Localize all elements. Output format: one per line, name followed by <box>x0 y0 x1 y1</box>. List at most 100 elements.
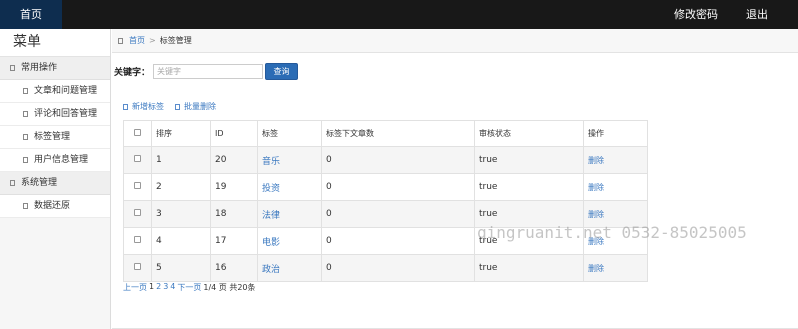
sidebar-item-label: 数据还原 <box>34 200 71 211</box>
table-row: 1 20 音乐 0 true 删除 <box>123 146 648 174</box>
sidebar-item-users[interactable]: 用户信息管理 <box>0 149 110 172</box>
cell-status: true <box>474 146 584 174</box>
row-checkbox[interactable] <box>134 263 141 270</box>
cell-order: 4 <box>151 227 211 255</box>
cell-order: 3 <box>151 200 211 228</box>
sidebar-item-label: 用户信息管理 <box>34 154 89 165</box>
sidebar-item-articles[interactable]: 文章和问题管理 <box>0 80 110 103</box>
add-tag-button[interactable]: 新增标签 <box>123 101 164 112</box>
item-icon <box>23 203 28 209</box>
row-checkbox[interactable] <box>134 209 141 216</box>
table-header-row: 排序 ID 标签 标签下文章数 审核状态 操作 <box>123 120 648 147</box>
breadcrumb-home-link[interactable]: 首页 <box>129 35 145 46</box>
breadcrumb-current: 标签管理 <box>159 36 192 45</box>
row-select-cell <box>123 146 152 174</box>
sidebar-group-system[interactable]: 系统管理 <box>0 172 110 195</box>
sidebar-item-label: 标签管理 <box>34 131 71 142</box>
toolbar: 新增标签 批量删除 <box>123 101 227 112</box>
row-select-cell <box>123 200 152 228</box>
cell-tag: 电影 <box>257 227 322 255</box>
sidebar-item-restore[interactable]: 数据还原 <box>0 195 110 218</box>
search-input[interactable] <box>153 64 264 79</box>
row-select-cell <box>123 254 152 282</box>
add-icon <box>123 103 128 110</box>
delete-link[interactable]: 删除 <box>588 264 604 273</box>
pagination: 上一页 1 2 3 4 下一页 1/4 页 共20条 <box>123 282 256 293</box>
header-tag: 标签 <box>257 120 322 147</box>
item-icon <box>23 88 28 94</box>
table-row: 2 19 投资 0 true 删除 <box>123 173 648 201</box>
row-checkbox[interactable] <box>134 236 141 243</box>
breadcrumb-separator: > <box>149 36 156 45</box>
tag-link[interactable]: 法律 <box>262 211 280 221</box>
cell-count: 0 <box>321 173 475 201</box>
sidebar-group-label: 系统管理 <box>21 177 58 188</box>
tag-link[interactable]: 政治 <box>262 265 280 275</box>
cell-id: 20 <box>210 146 258 174</box>
main-content: 首页 > 标签管理 关键字： 查询 新增标签 批量删除 排序 ID 标签 标签下… <box>112 29 798 329</box>
page-4-link[interactable]: 4 <box>170 282 175 293</box>
tags-table: 排序 ID 标签 标签下文章数 审核状态 操作 1 20 音乐 0 true 删… <box>123 120 648 282</box>
header-article-count: 标签下文章数 <box>321 120 475 147</box>
tag-link[interactable]: 投资 <box>262 184 280 194</box>
row-checkbox[interactable] <box>134 155 141 162</box>
table-row: 5 16 政治 0 true 删除 <box>123 254 648 282</box>
cell-tag: 政治 <box>257 254 322 282</box>
sidebar-group-label: 常用操作 <box>21 62 58 73</box>
item-icon <box>23 134 28 140</box>
sidebar-item-label: 文章和问题管理 <box>34 85 98 96</box>
cell-count: 0 <box>321 146 475 174</box>
cell-order: 1 <box>151 146 211 174</box>
cell-tag: 法律 <box>257 200 322 228</box>
next-page-link[interactable]: 下一页 <box>177 282 201 293</box>
select-all-checkbox[interactable] <box>134 129 141 136</box>
page-info: 1/4 页 共20条 <box>203 283 256 292</box>
page-2-link[interactable]: 2 <box>156 282 161 293</box>
row-checkbox[interactable] <box>134 182 141 189</box>
cell-count: 0 <box>321 254 475 282</box>
cell-status: true <box>474 173 584 201</box>
header-order: 排序 <box>151 120 211 147</box>
sidebar-item-comments[interactable]: 评论和回答管理 <box>0 103 110 126</box>
prev-page-link[interactable]: 上一页 <box>123 282 147 293</box>
logout-link[interactable]: 退出 <box>732 0 798 29</box>
cell-id: 16 <box>210 254 258 282</box>
group-icon <box>10 180 15 186</box>
header-review-status: 审核状态 <box>474 120 584 147</box>
breadcrumb: 首页 > 标签管理 <box>112 29 798 53</box>
page-3-link[interactable]: 3 <box>163 282 168 293</box>
sidebar-group-common[interactable]: 常用操作 <box>0 57 110 80</box>
cell-operation: 删除 <box>583 254 648 282</box>
cell-id: 17 <box>210 227 258 255</box>
bulk-delete-button[interactable]: 批量删除 <box>175 101 216 112</box>
search-label: 关键字： <box>114 68 151 78</box>
cell-count: 0 <box>321 200 475 228</box>
cell-id: 18 <box>210 200 258 228</box>
cell-operation: 删除 <box>583 173 648 201</box>
cell-tag: 投资 <box>257 173 322 201</box>
item-icon <box>23 157 28 163</box>
delete-link[interactable]: 删除 <box>588 210 604 219</box>
cell-tag: 音乐 <box>257 146 322 174</box>
tag-link[interactable]: 音乐 <box>262 157 280 167</box>
delete-link[interactable]: 删除 <box>588 183 604 192</box>
delete-link[interactable]: 删除 <box>588 156 604 165</box>
tag-link[interactable]: 电影 <box>262 238 280 248</box>
item-icon <box>23 111 28 117</box>
cell-status: true <box>474 254 584 282</box>
change-password-link[interactable]: 修改密码 <box>660 0 732 29</box>
cell-order: 2 <box>151 173 211 201</box>
cell-id: 19 <box>210 173 258 201</box>
nav-home-button[interactable]: 首页 <box>0 0 62 29</box>
sidebar-item-tags[interactable]: 标签管理 <box>0 126 110 149</box>
home-icon <box>118 37 123 44</box>
watermark: qingruanit.net 0532-85025005 <box>477 223 747 242</box>
header-operation: 操作 <box>583 120 648 147</box>
row-select-cell <box>123 227 152 255</box>
row-select-cell <box>123 173 152 201</box>
search-button[interactable]: 查询 <box>265 63 299 80</box>
delete-icon <box>175 103 180 110</box>
sidebar-item-label: 评论和回答管理 <box>34 108 98 119</box>
sidebar: 菜单 常用操作 文章和问题管理 评论和回答管理 标签管理 用户信息管理 系统管理… <box>0 29 111 329</box>
add-tag-label: 新增标签 <box>132 102 164 111</box>
